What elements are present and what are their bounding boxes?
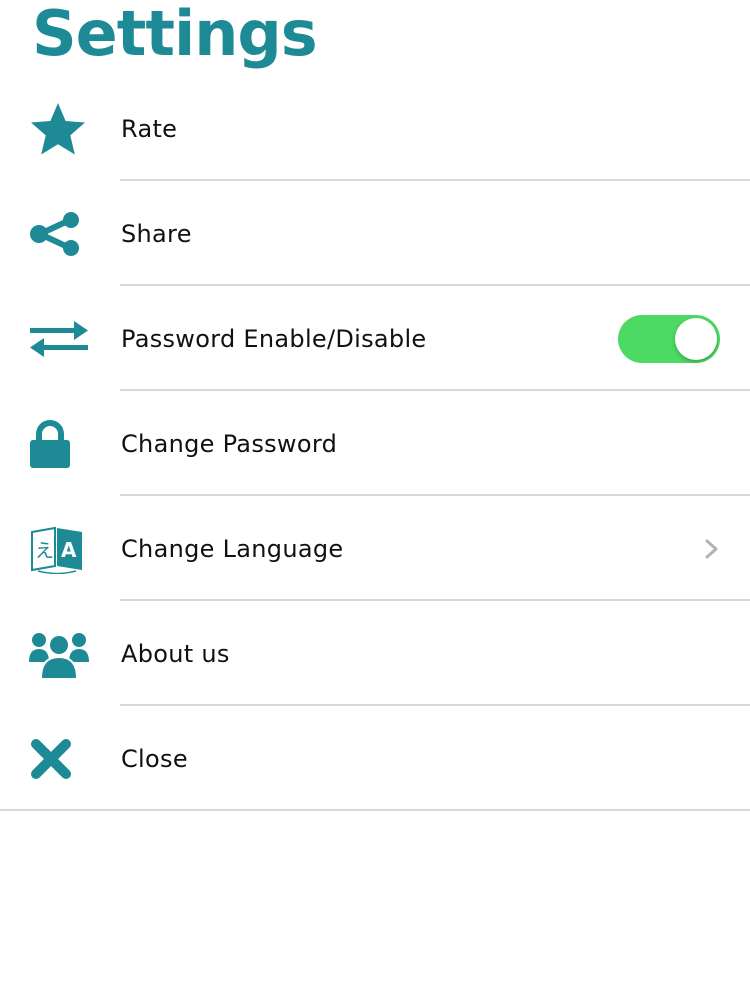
settings-item-label: About us <box>121 639 230 668</box>
row-divider <box>0 809 750 811</box>
settings-item-about-us[interactable]: About us <box>0 601 750 706</box>
lock-icon <box>28 416 90 472</box>
settings-item-change-password[interactable]: Change Password <box>0 391 750 496</box>
settings-item-password-toggle: Password Enable/Disable <box>0 286 750 391</box>
swap-arrows-icon <box>28 311 90 367</box>
settings-item-rate[interactable]: Rate <box>0 76 750 181</box>
settings-item-label: Share <box>121 219 192 248</box>
star-icon <box>28 101 90 157</box>
share-icon <box>28 206 90 262</box>
settings-item-label: Close <box>121 744 188 773</box>
settings-list: Rate Share Password Enable/Disable Chang… <box>0 76 750 811</box>
settings-item-label: Change Password <box>121 429 338 458</box>
settings-item-label: Rate <box>121 114 178 143</box>
page-title: Settings <box>32 0 318 70</box>
settings-item-close[interactable]: Close <box>0 706 750 811</box>
password-toggle-switch[interactable] <box>618 314 720 363</box>
close-icon <box>28 731 90 787</box>
language-glyph-target: A <box>61 538 77 562</box>
chevron-right-icon <box>702 537 722 561</box>
toggle-knob <box>675 317 717 360</box>
settings-item-share[interactable]: Share <box>0 181 750 286</box>
settings-item-change-language[interactable]: え A Change Language <box>0 496 750 601</box>
group-icon <box>28 626 90 682</box>
language-glyph-source: え <box>35 540 54 562</box>
settings-item-label: Password Enable/Disable <box>121 324 427 353</box>
translate-icon: え A <box>28 521 90 577</box>
settings-item-label: Change Language <box>121 534 344 563</box>
